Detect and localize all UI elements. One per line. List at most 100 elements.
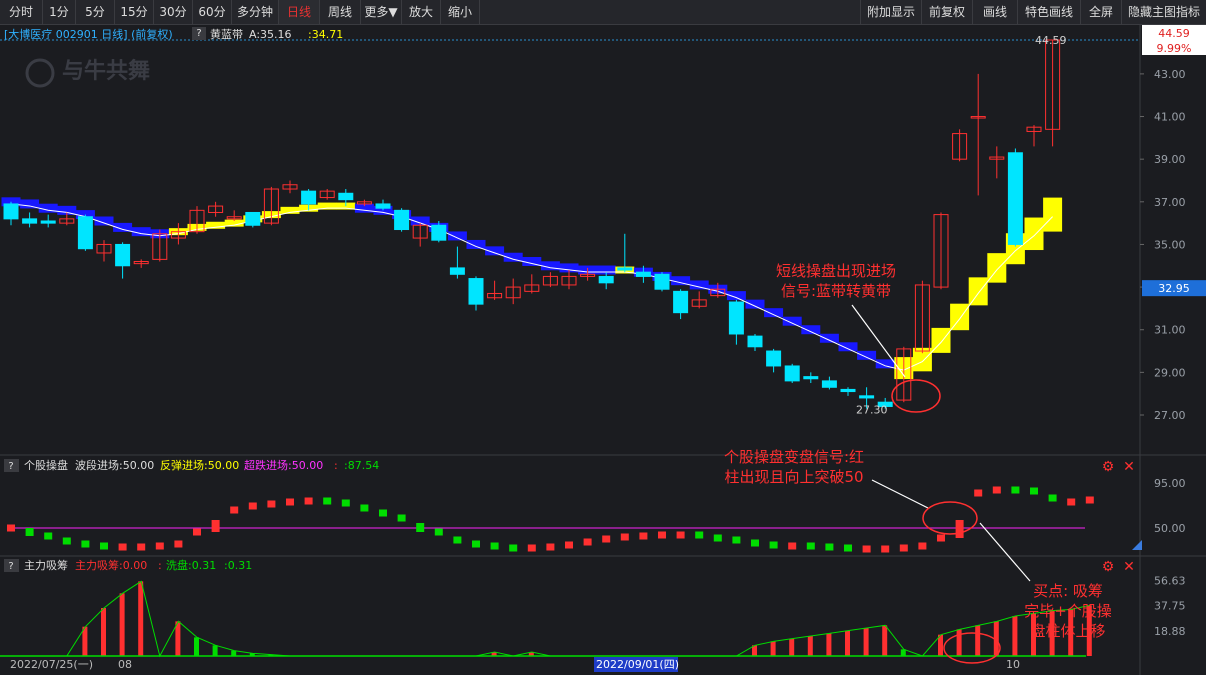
annotation-2-line-2: 柱出现且向上突破50 [724,468,863,486]
toolbar-right-button-1[interactable]: 前复权 [921,0,973,24]
toolbar-right-button-0[interactable]: 附加显示 [860,0,922,24]
panel2-bar [267,500,276,508]
panel2-bar [955,520,964,538]
panel3-value-2: 洗盘:0.31 [166,558,216,572]
toolbar-button-5[interactable]: 60分 [193,0,232,24]
panel3-bar [194,637,199,656]
candle-body [468,278,484,305]
panel2-value-1: 波段进场:50.00 [75,458,154,472]
candle-body [784,365,800,382]
x-axis-left-date: 2022/07/25(一) [10,658,93,671]
panel2-bar [602,535,611,543]
toolbar-button-2[interactable]: 5分 [76,0,115,24]
toolbar-button-7[interactable]: 日线 [279,0,320,24]
panel2-bar [397,514,406,522]
price-tick-label: 39.00 [1154,153,1186,166]
price-tick-label: 27.00 [1154,409,1186,422]
panel2-bar [992,486,1001,494]
panel2-tick-label: 50.00 [1154,522,1186,535]
toolbar-button-1[interactable]: 1分 [43,0,76,24]
toolbar-button-6[interactable]: 多分钟 [232,0,279,24]
x-axis-tick-10: 10 [1006,658,1020,671]
toolbar-right-button-4[interactable]: 全屏 [1080,0,1122,24]
panel3-bar [119,593,125,656]
panel3-bar [138,581,144,656]
toolbar-right-button-5[interactable]: 隐藏主图指标 [1121,0,1206,24]
panel3-close-icon[interactable]: ✕ [1123,559,1135,575]
panel2-bar [472,540,480,548]
panel2-bar [732,536,741,544]
toolbar-right-button-3[interactable]: 特色画线 [1017,0,1081,24]
panel2-bar [565,541,573,549]
price-tick-label: 37.00 [1154,196,1186,209]
panel2-bar [1048,494,1057,502]
panel2-bar [341,499,350,507]
toolbar: 分时 1分 5分 15分 30分 60分 多分钟 日线 周线 更多▼ 放大 缩小 隐藏主图指标 全屏 特色画… [0,0,1206,25]
band-segment [819,333,839,343]
toolbar-button-8[interactable]: 周线 [320,0,361,24]
toolbar-button-11[interactable]: 缩小 [441,0,480,24]
candle-body [394,209,410,231]
candle-body [728,301,744,335]
panel2-bar [1030,487,1038,495]
candle-body [598,275,614,284]
panel2-title: 个股操盘 [24,458,68,472]
band-segment [950,303,970,331]
panel2-bar [974,489,983,497]
candle-body [840,388,856,393]
panel2-bar [100,542,108,550]
panel2-bar [509,544,518,552]
panel3-bar [231,650,237,656]
toolbar-button-4[interactable]: 30分 [154,0,193,24]
candle-body [654,273,670,290]
help-icon[interactable]: ? [192,27,206,40]
high-price-label: 44.59 [1035,34,1067,47]
panel2-value-3: 超跌进场:50.00 [244,458,323,472]
price-tick-label: 41.00 [1154,111,1186,124]
price-tick-label: 29.00 [1154,366,1186,379]
panel2-bar [137,543,146,551]
panel3-help-mark: ? [8,561,13,572]
candle-body [673,290,689,314]
x-axis-cursor-date: 2022/09/01(四) [596,658,679,671]
toolbar-button-9[interactable]: 更多▼ [361,0,402,24]
panel2-bar [25,528,34,536]
price-tick-label: 31.00 [1154,324,1186,337]
panel2-settings-icon[interactable]: ⚙ [1102,459,1115,475]
candle-body [617,267,633,271]
toolbar-right-button-2[interactable]: 画线 [972,0,1018,24]
panel2-close-icon[interactable]: ✕ [1123,459,1135,475]
panel3-bar [789,638,795,656]
panel3-settings-icon[interactable]: ⚙ [1102,559,1115,575]
panel2-bar [620,533,629,541]
watermark-logo: 与牛共舞 [62,58,150,84]
band-segment [1043,197,1063,232]
pct-label: 9.99% [1157,42,1192,55]
panel2-bar [248,502,257,510]
toolbar-button-3[interactable]: 15分 [115,0,154,24]
panel3-value-1: 主力吸筹:0.00 [75,558,147,572]
panel2-bar [416,523,425,532]
panel3-value-3: :0.31 [224,559,252,572]
band-segment [968,277,988,306]
indicator-name: 黄蓝带 [210,27,243,41]
indicator-a-value: A:35.16 [249,28,292,41]
candle-body [22,218,38,224]
toolbar-button-0[interactable]: 分时 [0,0,43,24]
band-segment [745,299,765,309]
panel2-bar [118,543,127,551]
panel3-bar [101,608,106,656]
candle-body [1007,152,1023,245]
panel2-bar [937,534,945,542]
candle-body [77,216,93,250]
band-segment [447,231,467,241]
candle-body [301,190,317,205]
panel2-bar [1011,486,1020,494]
toolbar-button-10[interactable]: 放大 [402,0,441,24]
current-price-label: 32.95 [1158,282,1190,295]
panel2-bar [379,509,387,517]
panel2-bar [174,540,183,548]
candle-body [821,380,837,388]
panel2-bar [62,537,71,545]
candle-body [803,376,819,380]
